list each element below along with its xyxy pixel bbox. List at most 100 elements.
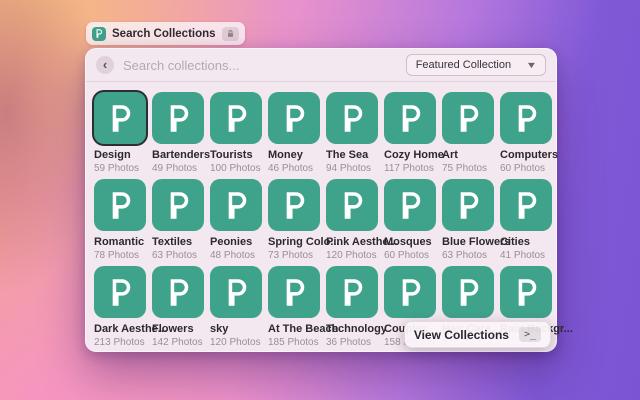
- collection-photo-count: 100 Photos: [210, 163, 261, 174]
- pexels-logo-icon: [112, 278, 130, 306]
- pexels-logo-icon: [460, 104, 478, 132]
- collection-name: Peonies: [210, 236, 253, 248]
- collection-item[interactable]: Spring Colo... 73 Photos: [265, 179, 340, 261]
- collection-tile[interactable]: [384, 179, 436, 231]
- collection-name: Pink Aesthe...: [326, 236, 398, 248]
- collection-tile[interactable]: [500, 179, 552, 231]
- pexels-logo-icon: [286, 104, 304, 132]
- collection-tile[interactable]: [500, 92, 552, 144]
- pexels-logo-icon: [518, 278, 536, 306]
- collection-item[interactable]: Design 59 Photos: [91, 92, 149, 174]
- pexels-logo-icon: [228, 278, 246, 306]
- collection-photo-count: 46 Photos: [268, 163, 314, 174]
- collection-photo-count: 94 Photos: [326, 163, 372, 174]
- pexels-logo-icon: [286, 191, 304, 219]
- collection-item[interactable]: Art 75 Photos: [439, 92, 497, 174]
- collection-tile[interactable]: [326, 92, 378, 144]
- collection-photo-count: 48 Photos: [210, 250, 256, 261]
- pexels-logo-icon: [96, 29, 103, 38]
- search-input[interactable]: [123, 57, 397, 73]
- collection-photo-count: 41 Photos: [500, 250, 546, 261]
- collection-item[interactable]: Blue Flowers 63 Photos: [439, 179, 511, 261]
- collection-name: Money: [268, 149, 303, 161]
- collection-photo-count: 49 Photos: [152, 163, 198, 174]
- collection-name: Computers: [500, 149, 559, 161]
- collection-photo-count: 120 Photos: [210, 337, 261, 348]
- collection-tile[interactable]: [326, 179, 378, 231]
- collection-item[interactable]: Bartenders 49 Photos: [149, 92, 210, 174]
- collection-tile[interactable]: [268, 179, 320, 231]
- collection-tile[interactable]: [500, 266, 552, 318]
- collection-item[interactable]: At The Beach 185 Photos: [265, 266, 338, 348]
- collection-item[interactable]: Romantic 78 Photos: [91, 179, 149, 261]
- collection-name: Cities: [500, 236, 530, 248]
- collection-item[interactable]: Mosques 60 Photos: [381, 179, 439, 261]
- collection-item[interactable]: Computers 60 Photos: [497, 92, 559, 174]
- collection-tile[interactable]: [384, 92, 436, 144]
- collection-tile[interactable]: [152, 266, 204, 318]
- collection-tile[interactable]: [442, 266, 494, 318]
- collection-item[interactable]: Cozy Home 117 Photos: [381, 92, 444, 174]
- collection-tile[interactable]: [442, 92, 494, 144]
- collection-tile[interactable]: [210, 266, 262, 318]
- collection-name: sky: [210, 323, 229, 335]
- action-hint[interactable]: View Collections >_: [403, 321, 551, 348]
- collection-item[interactable]: The Sea 94 Photos: [323, 92, 381, 174]
- pexels-logo-icon: [344, 191, 362, 219]
- collection-photo-count: 120 Photos: [326, 250, 377, 261]
- collection-name: Technology: [326, 323, 387, 335]
- collection-name: Art: [442, 149, 458, 161]
- collection-photo-count: 36 Photos: [326, 337, 372, 348]
- collection-item[interactable]: Flowers 142 Photos: [149, 266, 207, 348]
- collection-tile[interactable]: [210, 179, 262, 231]
- collection-tile[interactable]: [268, 266, 320, 318]
- collection-item[interactable]: Textiles 63 Photos: [149, 179, 207, 261]
- window-header: ‹ Featured Collection ▼: [86, 49, 556, 82]
- pexels-logo-icon: [228, 191, 246, 219]
- collection-item[interactable]: Tourists 100 Photos: [207, 92, 265, 174]
- collection-item[interactable]: Pink Aesthe... 120 Photos: [323, 179, 398, 261]
- collection-tile[interactable]: [268, 92, 320, 144]
- pexels-logo-icon: [518, 104, 536, 132]
- pexels-logo-icon: [170, 278, 188, 306]
- collection-item[interactable]: Money 46 Photos: [265, 92, 323, 174]
- collection-name: Flowers: [152, 323, 194, 335]
- collection-item[interactable]: sky 120 Photos: [207, 266, 265, 348]
- pexels-logo-icon: [402, 104, 420, 132]
- collection-tile[interactable]: [94, 92, 146, 144]
- collection-name: The Sea: [326, 149, 369, 161]
- collection-name: Dark Aesthe...: [94, 323, 167, 335]
- pexels-logo-icon: [402, 278, 420, 306]
- collection-tile[interactable]: [94, 266, 146, 318]
- collection-name: Textiles: [152, 236, 193, 248]
- collection-tile[interactable]: [94, 179, 146, 231]
- pexels-app-icon: [92, 26, 106, 41]
- collection-filter-dropdown[interactable]: Featured Collection ▼: [405, 54, 546, 76]
- collection-photo-count: 63 Photos: [442, 250, 488, 261]
- collection-item[interactable]: Technology 36 Photos: [323, 266, 387, 348]
- collection-item[interactable]: Dark Aesthe... 213 Photos: [91, 266, 167, 348]
- collection-photo-count: 73 Photos: [268, 250, 314, 261]
- collection-name: Spring Colo...: [268, 236, 340, 248]
- pexels-logo-icon: [460, 278, 478, 306]
- collection-name: Cozy Home: [384, 149, 444, 161]
- search-collections-window: ‹ Featured Collection ▼ Design 59 Photos…: [85, 48, 573, 353]
- collection-item[interactable]: Peonies 48 Photos: [207, 179, 265, 261]
- lock-icon: [221, 26, 239, 41]
- command-pill[interactable]: Search Collections: [86, 22, 245, 45]
- collection-photo-count: 213 Photos: [94, 337, 145, 348]
- collection-tile[interactable]: [152, 92, 204, 144]
- collection-name: Blue Flowers: [442, 236, 511, 248]
- collection-item[interactable]: Cities 41 Photos: [497, 179, 555, 261]
- collection-tile[interactable]: [326, 266, 378, 318]
- collection-photo-count: 142 Photos: [152, 337, 203, 348]
- collections-grid: Design 59 Photos Bartenders 49 Photos To…: [91, 92, 573, 353]
- collection-tile[interactable]: [442, 179, 494, 231]
- collection-tile[interactable]: [384, 266, 436, 318]
- collection-tile[interactable]: [152, 179, 204, 231]
- back-button[interactable]: ‹: [96, 56, 114, 74]
- pexels-logo-icon: [228, 104, 246, 132]
- collection-tile[interactable]: [210, 92, 262, 144]
- collection-name: Mosques: [384, 236, 432, 248]
- chevron-down-icon: ▼: [525, 60, 538, 70]
